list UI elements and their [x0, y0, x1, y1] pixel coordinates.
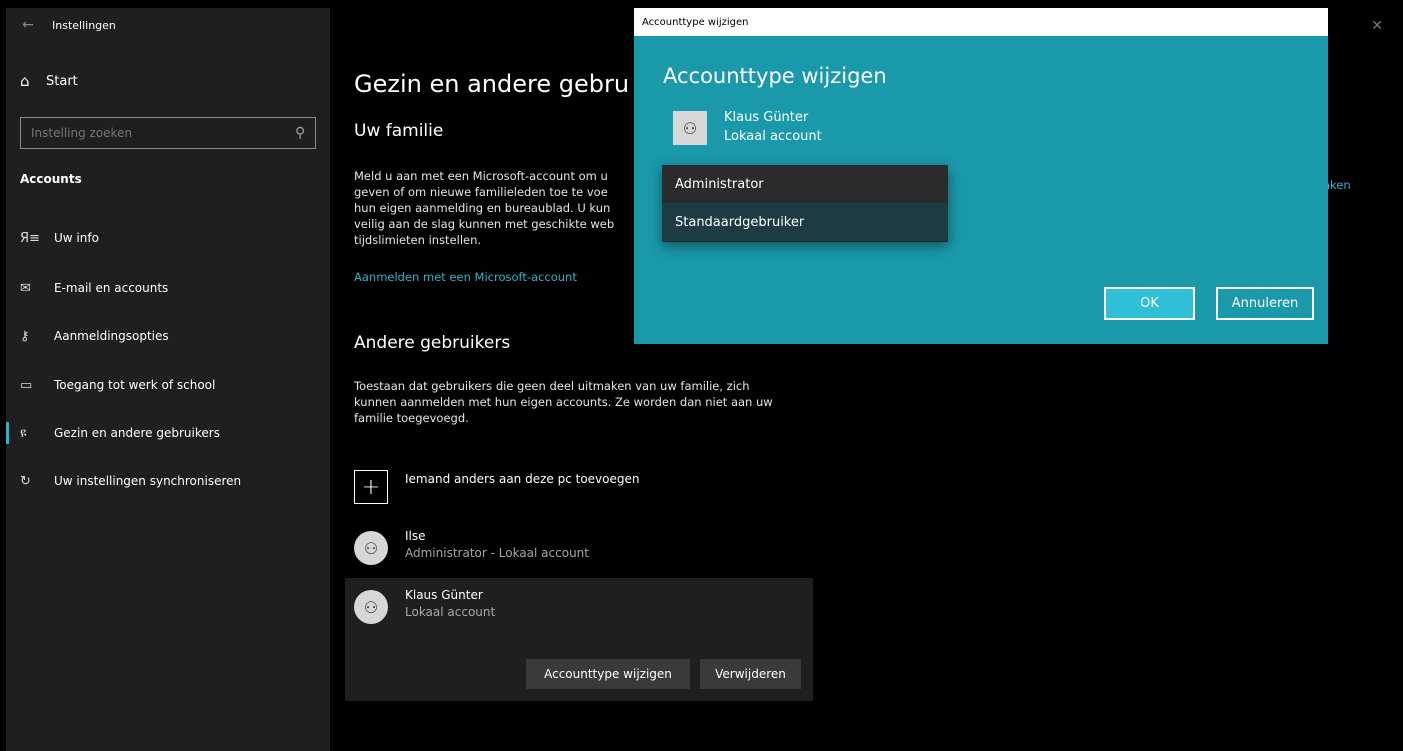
- sidebar-item-label: Toegang tot werk of school: [54, 378, 216, 392]
- sync-icon: ↻: [20, 473, 31, 489]
- user-name: Klaus Günter: [405, 588, 483, 602]
- microsoft-signin-link[interactable]: Aanmelden met een Microsoft-account: [354, 270, 577, 284]
- option-standard-user[interactable]: Standaardgebruiker: [662, 203, 948, 241]
- home-icon: ⌂: [20, 72, 30, 90]
- page-title: Gezin en andere gebru: [354, 70, 630, 98]
- sidebar-item-label: E-mail en accounts: [54, 281, 169, 295]
- change-account-type-dialog: Accounttype wijzigen Accounttype wijzige…: [634, 8, 1328, 344]
- briefcase-icon: ▭: [20, 377, 33, 393]
- sidebar-item-work-school[interactable]: ▭ Toegang tot werk of school: [6, 365, 330, 405]
- nav-start[interactable]: ⌂ Start: [20, 72, 78, 90]
- close-icon[interactable]: ✕: [1371, 18, 1383, 34]
- sidebar-item-sign-in-options[interactable]: ⚷ Aanmeldingsopties: [6, 316, 330, 356]
- others-text-line: familie toegevoegd.: [354, 411, 469, 425]
- avatar-icon: ⚇: [354, 590, 388, 624]
- user-name: Ilse: [405, 529, 426, 543]
- person-card-icon: Я≡: [20, 230, 40, 246]
- ok-button[interactable]: OK: [1104, 287, 1195, 320]
- others-text-line: kunnen aanmelden met hun eigen accounts.…: [354, 395, 773, 409]
- family-heading: Uw familie: [354, 121, 444, 141]
- user-type: Lokaal account: [405, 605, 496, 619]
- others-text: Toestaan dat gebruikers die geen deel ui…: [354, 378, 824, 426]
- section-heading: Accounts: [20, 172, 82, 186]
- plus-icon: +: [354, 470, 388, 504]
- user-type: Administrator - Lokaal account: [405, 546, 589, 560]
- dialog-user-type: Lokaal account: [724, 129, 822, 144]
- key-icon: ⚷: [20, 328, 30, 344]
- mail-icon: ✉: [20, 280, 31, 296]
- user-ilse[interactable]: ⚇ Ilse Administrator - Lokaal account: [354, 528, 589, 565]
- others-text-line: Toestaan dat gebruikers die geen deel ui…: [354, 379, 750, 393]
- sidebar: ← Instellingen ⌂ Start ⚲ Accounts Я≡ Uw …: [6, 8, 330, 751]
- back-arrow-icon[interactable]: ←: [6, 17, 50, 33]
- add-user-button[interactable]: + Iemand anders aan deze pc toevoegen: [354, 470, 639, 504]
- search-icon[interactable]: ⚲: [295, 125, 305, 141]
- sidebar-item-email[interactable]: ✉ E-mail en accounts: [6, 268, 330, 308]
- cancel-button[interactable]: Annuleren: [1216, 287, 1314, 320]
- title-bar: ← Instellingen: [6, 8, 330, 42]
- remove-user-button[interactable]: Verwijderen: [700, 659, 801, 689]
- account-type-dropdown[interactable]: Administrator Standaardgebruiker: [662, 165, 948, 242]
- others-heading: Andere gebruikers: [354, 333, 511, 353]
- change-account-type-button[interactable]: Accounttype wijzigen: [526, 659, 690, 689]
- avatar-icon: ⚇: [673, 111, 707, 145]
- sidebar-item-label: Gezin en andere gebruikers: [54, 426, 220, 440]
- add-person-icon: ዩ: [20, 425, 27, 441]
- app-title: Instellingen: [52, 18, 116, 32]
- sidebar-item-label: Uw instellingen synchroniseren: [54, 474, 242, 488]
- user-info: Ilse Administrator - Lokaal account: [405, 528, 589, 565]
- search-box[interactable]: ⚲: [20, 117, 316, 149]
- sidebar-item-family[interactable]: ዩ Gezin en andere gebruikers: [6, 413, 330, 453]
- nav-start-label: Start: [46, 73, 78, 89]
- dialog-user: ⚇ Klaus Günter Lokaal account: [673, 108, 822, 146]
- dialog-title-bar: Accounttype wijzigen: [634, 8, 1328, 36]
- sidebar-item-label: Aanmeldingsopties: [54, 329, 169, 343]
- sidebar-item-uw-info[interactable]: Я≡ Uw info: [6, 218, 330, 258]
- user-panel-klaus[interactable]: ⚇ Klaus Günter Lokaal account Accounttyp…: [345, 578, 813, 701]
- dialog-user-info: Klaus Günter Lokaal account: [724, 108, 822, 146]
- user-info: Klaus Günter Lokaal account: [405, 587, 495, 624]
- add-user-label: Iemand anders aan deze pc toevoegen: [405, 472, 640, 486]
- dialog-heading: Accounttype wijzigen: [663, 64, 887, 88]
- search-input[interactable]: [31, 126, 295, 140]
- avatar-icon: ⚇: [354, 531, 388, 565]
- dialog-user-name: Klaus Günter: [724, 110, 809, 125]
- sidebar-item-label: Uw info: [54, 231, 99, 245]
- user-klaus[interactable]: ⚇ Klaus Günter Lokaal account: [354, 587, 495, 624]
- option-administrator[interactable]: Administrator: [662, 165, 948, 203]
- sidebar-item-sync[interactable]: ↻ Uw instellingen synchroniseren: [6, 461, 330, 501]
